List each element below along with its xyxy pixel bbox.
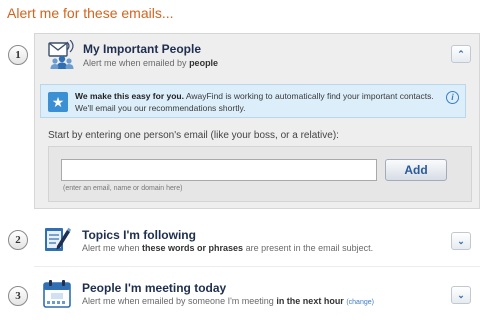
star-icon: ★ bbox=[48, 92, 68, 112]
step-1-title: My Important People bbox=[83, 42, 202, 56]
step-number-1: 1 bbox=[8, 45, 28, 65]
chevron-up-icon: ⌃ bbox=[457, 49, 465, 59]
step-3-subtitle-bold: in the next hour bbox=[276, 296, 344, 306]
info-text: We make this easy for you. AwayFind is w… bbox=[75, 90, 445, 114]
step-2-subtitle-prefix: Alert me when bbox=[82, 243, 143, 253]
step-3-subtitle: Alert me when emailed by someone I'm mee… bbox=[82, 296, 374, 306]
chevron-down-icon: ⌄ bbox=[457, 290, 465, 300]
info-bold-text: We make this easy for you. bbox=[75, 91, 184, 101]
step-2-title: Topics I'm following bbox=[82, 228, 196, 242]
page-heading: Alert me for these emails... bbox=[7, 5, 174, 21]
change-link[interactable]: (change) bbox=[346, 299, 374, 306]
info-banner: ★ We make this easy for you. AwayFind is… bbox=[40, 84, 466, 118]
step-3-title: People I'm meeting today bbox=[82, 281, 227, 295]
add-button[interactable]: Add bbox=[385, 159, 447, 181]
step-1-subtitle: Alert me when emailed by people bbox=[83, 58, 218, 68]
step-2-subtitle-suffix: are present in the email subject. bbox=[243, 243, 374, 253]
step-2-subtitle-bold: these words or phrases bbox=[142, 243, 244, 253]
important-people-header[interactable]: My Important People Alert me when emaile… bbox=[35, 34, 479, 78]
step-1-subtitle-text: Alert me when emailed by bbox=[83, 58, 190, 68]
important-people-panel: My Important People Alert me when emaile… bbox=[34, 33, 480, 209]
email-input-hint: (enter an email, name or domain here) bbox=[63, 185, 183, 192]
step-2-subtitle: Alert me when these words or phrases are… bbox=[82, 243, 373, 253]
notepad-pencil-icon bbox=[43, 224, 71, 254]
divider bbox=[34, 266, 480, 267]
meetings-section[interactable]: People I'm meeting today Alert me when e… bbox=[0, 276, 480, 326]
chevron-down-icon: ⌄ bbox=[457, 236, 465, 246]
people-icon bbox=[47, 39, 77, 70]
email-prompt: Start by entering one person's email (li… bbox=[48, 130, 339, 141]
topics-section[interactable]: Topics I'm following Alert me when these… bbox=[0, 220, 480, 270]
add-person-form: Add (enter an email, name or domain here… bbox=[48, 146, 472, 202]
step-1-subtitle-bold: people bbox=[189, 58, 219, 68]
step-3-subtitle-prefix: Alert me when emailed by someone I'm mee… bbox=[82, 296, 277, 306]
info-icon[interactable]: i bbox=[446, 91, 459, 104]
calendar-icon bbox=[43, 279, 71, 309]
expand-meetings-button[interactable]: ⌄ bbox=[451, 286, 471, 304]
expand-topics-button[interactable]: ⌄ bbox=[451, 232, 471, 250]
email-input[interactable] bbox=[61, 159, 377, 181]
collapse-button[interactable]: ⌃ bbox=[451, 45, 471, 63]
